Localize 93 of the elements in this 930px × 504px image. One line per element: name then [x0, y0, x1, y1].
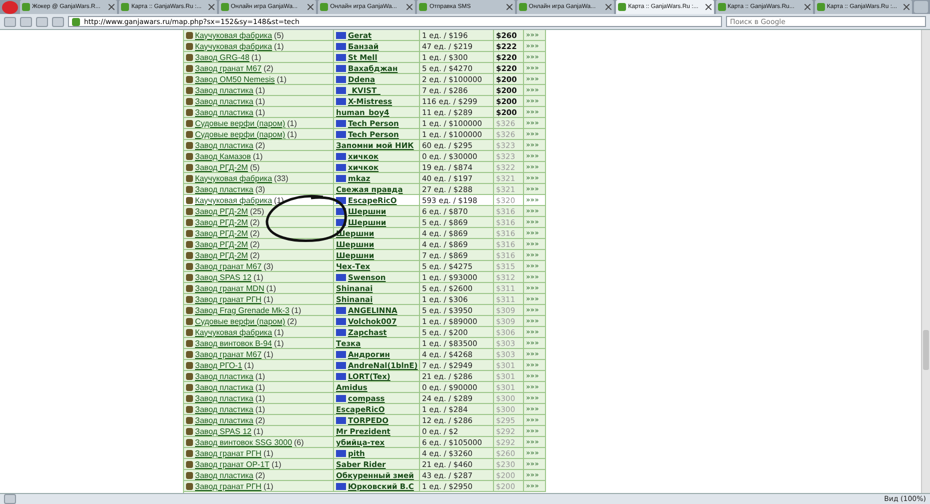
factory-link[interactable]: Завод гранат MDN: [195, 284, 264, 292]
count-text: (3): [264, 262, 274, 270]
factory-link[interactable]: Судовые верфи (паром): [195, 118, 286, 128]
count-text: (2): [287, 316, 297, 326]
count-text: (1): [244, 360, 254, 370]
count-text: (1): [255, 382, 266, 392]
count-text: (1): [263, 294, 274, 304]
factory-link[interactable]: Завод OM50 Nemesis: [195, 74, 275, 84]
count-text: (1): [287, 118, 297, 128]
factory-link[interactable]: Завод РГО-1: [195, 360, 242, 370]
count-text: (2): [264, 64, 274, 72]
factory-link[interactable]: Завод SPAS 12: [195, 272, 252, 282]
factory-link[interactable]: Судовые верфи (паром): [195, 130, 286, 138]
count-text: (1): [255, 372, 266, 380]
scrollbar[interactable]: [921, 30, 930, 493]
count-text: (1): [272, 460, 282, 468]
count-text: (1): [266, 284, 276, 292]
count-text: (1): [287, 130, 297, 138]
factory-link[interactable]: Завод пластика: [195, 394, 254, 402]
count-text: (1): [255, 86, 266, 94]
count-text: (1): [255, 108, 266, 116]
close-icon[interactable]: [506, 4, 513, 10]
count-text: (2): [250, 218, 260, 226]
factory-link[interactable]: Завод гранат ОР-1Т: [195, 460, 270, 468]
factory-link[interactable]: Завод гранат РГН: [195, 482, 262, 490]
factory-link[interactable]: Завод пластика: [195, 382, 254, 392]
count-text: (1): [276, 74, 287, 84]
factory-link[interactable]: Каучуковая фабрика: [195, 30, 272, 40]
close-icon[interactable]: [407, 4, 414, 10]
factory-link[interactable]: Завод винтовок SSG 3000: [195, 438, 292, 446]
count-text: (2): [255, 470, 266, 480]
factory-link[interactable]: Завод РГД-2М: [195, 206, 248, 216]
count-text: (2): [250, 250, 260, 260]
count-text: (2): [250, 228, 260, 238]
factory-link[interactable]: Каучуковая фабрика: [195, 328, 272, 336]
count-text: (6): [294, 438, 304, 446]
factory-link[interactable]: Завод пластика: [195, 108, 254, 116]
count-text: (1): [251, 52, 262, 62]
factory-link[interactable]: Завод гранат М67: [195, 350, 262, 358]
close-icon[interactable]: [208, 4, 215, 10]
close-icon[interactable]: [308, 4, 314, 10]
count-text: (5): [274, 30, 284, 40]
count-text: (1): [253, 272, 264, 282]
count-text: (1): [253, 426, 264, 436]
factory-link[interactable]: Завод винтовок В-94: [195, 338, 272, 348]
factory-link[interactable]: Завод SPAS 12: [195, 426, 252, 436]
factory-link[interactable]: Завод пластика: [195, 372, 254, 380]
count-text: (2): [255, 416, 266, 424]
close-icon[interactable]: [904, 4, 910, 10]
count-text: (1): [263, 482, 274, 490]
factory-link[interactable]: Завод гранат РГН: [195, 294, 262, 304]
factory-link[interactable]: Завод пластика: [195, 86, 254, 94]
count-text: (1): [274, 42, 284, 50]
factory-link[interactable]: Завод гранат М67: [195, 262, 262, 270]
factory-link[interactable]: Завод РГД-2М: [195, 162, 248, 172]
factory-link[interactable]: Завод пластика: [195, 404, 254, 414]
count-text: (1): [252, 152, 263, 160]
factory-link[interactable]: Завод пластика: [195, 140, 254, 150]
count-text: (2): [250, 240, 260, 248]
factory-link[interactable]: Каучуковая фабрика: [195, 42, 272, 50]
close-icon[interactable]: [804, 4, 811, 10]
count-text: (1): [264, 350, 274, 358]
factory-link[interactable]: Завод РГД-2М: [195, 218, 248, 226]
factory-link[interactable]: Завод GRG-48: [195, 52, 250, 62]
close-icon[interactable]: [606, 4, 612, 10]
close-icon[interactable]: [706, 4, 712, 10]
count-text: (1): [255, 394, 266, 402]
count-text: (33): [274, 174, 288, 182]
factory-link[interactable]: Завод РГД-2М: [195, 250, 248, 260]
factory-link[interactable]: Завод пластика: [195, 416, 254, 424]
count-text: (5): [250, 162, 260, 172]
count-text: (1): [255, 404, 266, 414]
factory-link[interactable]: Завод гранат М67: [195, 64, 262, 72]
count-text: (25): [250, 206, 264, 216]
factory-link[interactable]: Завод пластика: [195, 184, 254, 194]
factory-link[interactable]: Каучуковая фабрика: [195, 174, 272, 182]
count-text: (1): [291, 306, 302, 314]
factory-link[interactable]: Завод РГД-2М: [195, 240, 248, 248]
factory-link[interactable]: Завод гранат РГН: [195, 448, 262, 458]
count-text: (1): [263, 448, 274, 458]
count-text: (1): [274, 328, 284, 336]
factory-link[interactable]: Завод Frag Grenade Mk-3: [195, 306, 290, 314]
factory-link[interactable]: Каучуковая фабрика: [195, 196, 272, 204]
factory-link[interactable]: Завод пластика: [195, 96, 254, 106]
count-text: (1): [274, 338, 284, 348]
factory-link[interactable]: Завод Камазов: [195, 152, 251, 160]
count-text: (3): [255, 184, 266, 194]
factory-link[interactable]: Завод РГД-2М: [195, 228, 248, 238]
factory-link[interactable]: Завод пластика: [195, 470, 254, 480]
count-text: (1): [255, 96, 266, 106]
count-text: (2): [255, 140, 266, 150]
factory-link[interactable]: Судовые верфи (паром): [195, 316, 286, 326]
close-icon[interactable]: [109, 4, 116, 10]
